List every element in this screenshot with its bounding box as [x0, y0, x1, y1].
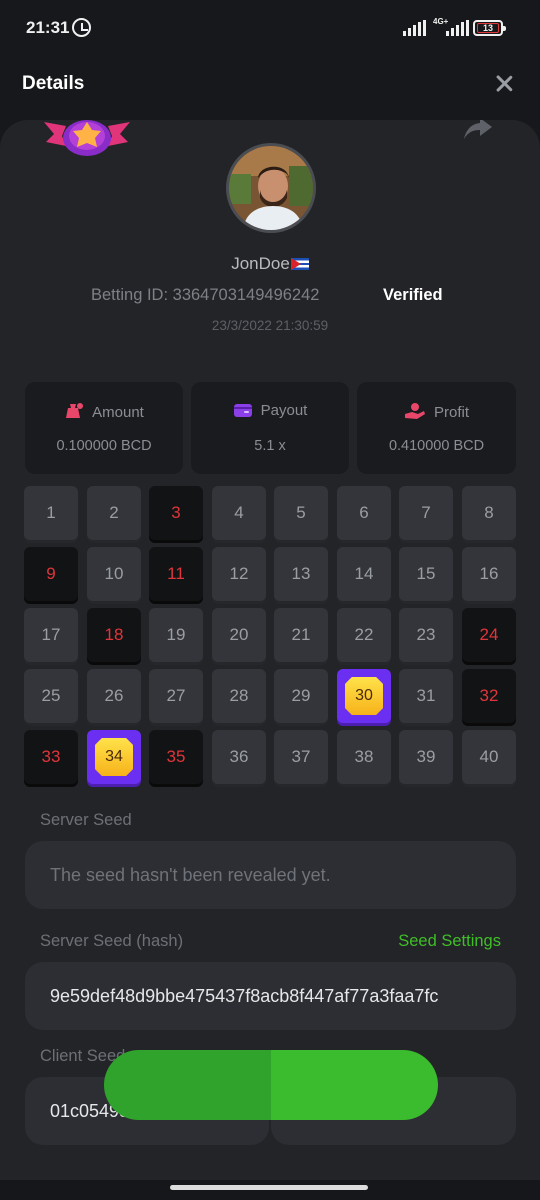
details-panel: JonDoe Betting ID: 3364703149496242 Veri…: [0, 120, 540, 1200]
close-icon[interactable]: [492, 72, 516, 96]
number-tile: 10: [87, 547, 141, 601]
betting-id-value: 3364703149496242: [172, 286, 320, 304]
page-title: Details: [22, 73, 85, 94]
avatar: [226, 143, 316, 233]
number-tile: 38: [337, 730, 391, 784]
number-tile: 9: [24, 547, 78, 601]
number-tile: 31: [399, 669, 453, 723]
stat-profit-head: Profit: [357, 402, 516, 421]
server-seed-hash-field[interactable]: 9e59def48d9bbe475437f8acb8f447af77a3faa7…: [25, 962, 516, 1030]
home-indicator[interactable]: [170, 1185, 368, 1190]
stat-profit-value: 0.410000 BCD: [388, 438, 485, 454]
number-tile: 26: [87, 669, 141, 723]
server-seed-hash-label: Server Seed (hash): [40, 932, 184, 950]
share-icon[interactable]: [464, 120, 492, 140]
nav-bar: [0, 1180, 540, 1200]
number-tile: 35: [149, 730, 203, 784]
betting-id: Betting ID: 3364703149496242: [91, 286, 319, 305]
number-tile: 11: [149, 547, 203, 601]
number-tile: 7: [399, 486, 453, 540]
stat-amount-value: 0.100000 BCD: [56, 438, 152, 454]
signal-icon-2: [446, 20, 469, 36]
number-tile: 29: [274, 669, 328, 723]
server-seed-label: Server Seed: [40, 811, 132, 829]
number-tile: 18: [87, 608, 141, 662]
number-tile: 4: [212, 486, 266, 540]
number-tile: 17: [24, 608, 78, 662]
header: Details: [0, 58, 540, 118]
number-tile: 3: [149, 486, 203, 540]
number-tile: 28: [212, 669, 266, 723]
alarm-icon: [72, 18, 91, 37]
number-tile: 32: [462, 669, 516, 723]
number-tile: 24: [462, 608, 516, 662]
level-badge-icon: [44, 120, 130, 156]
number-tile: 40: [462, 730, 516, 784]
number-tile: 12: [212, 547, 266, 601]
stat-amount: Amount 0.100000 BCD: [25, 382, 183, 474]
status-bar: 21:31 4G+ 13: [0, 0, 540, 58]
hand-coin-icon: [404, 403, 425, 419]
number-tile: 13: [274, 547, 328, 601]
betting-id-label: Betting ID:: [91, 286, 169, 304]
gem-icon: 34: [95, 738, 133, 776]
number-tile: 36: [212, 730, 266, 784]
cuba-flag-icon: [290, 258, 309, 270]
gem-icon: 30: [345, 677, 383, 715]
number-tile: 23: [399, 608, 453, 662]
stat-payout-value: 5.1 x: [254, 438, 286, 454]
stat-amount-label: Amount: [92, 404, 144, 421]
bet-timestamp: 23/3/2022 21:30:59: [211, 318, 329, 333]
battery-level: 13: [477, 23, 499, 33]
username: JonDoe: [0, 254, 540, 274]
signal-icon: [403, 20, 426, 36]
clock: 21:31: [26, 18, 70, 37]
server-seed-field[interactable]: The seed hasn't been revealed yet.: [25, 841, 516, 909]
money-bag-icon: [66, 403, 84, 418]
number-tile: 19: [149, 608, 203, 662]
number-tile: 20: [212, 608, 266, 662]
number-tile: 27: [149, 669, 203, 723]
number-tile: 6: [337, 486, 391, 540]
number-tile: 15: [399, 547, 453, 601]
number-tile: 39: [399, 730, 453, 784]
wallet-icon: [233, 404, 252, 417]
battery-icon: 13: [473, 20, 506, 36]
number-tile: 16: [462, 547, 516, 601]
seed-settings-link[interactable]: Seed Settings: [398, 932, 501, 951]
stat-profit: Profit 0.410000 BCD: [357, 382, 516, 474]
number-tile: 2: [87, 486, 141, 540]
gem-tile: 34: [87, 730, 141, 784]
number-tile: 21: [274, 608, 328, 662]
stat-payout-head: Payout: [191, 402, 349, 419]
stat-amount-head: Amount: [25, 402, 183, 421]
stat-payout-label: Payout: [260, 402, 308, 419]
stat-payout: Payout 5.1 x: [191, 382, 349, 474]
number-tile: 22: [337, 608, 391, 662]
number-tile: 8: [462, 486, 516, 540]
username-text: JonDoe: [231, 254, 290, 273]
number-tile: 33: [24, 730, 78, 784]
number-tile: 25: [24, 669, 78, 723]
number-tile: 37: [274, 730, 328, 784]
number-tile: 1: [24, 486, 78, 540]
verified-label: Verified: [383, 286, 443, 304]
gem-tile: 30: [337, 669, 391, 723]
stat-profit-label: Profit: [433, 404, 469, 421]
number-tile: 5: [274, 486, 328, 540]
verify-button[interactable]: [104, 1050, 438, 1120]
number-tile: 14: [337, 547, 391, 601]
